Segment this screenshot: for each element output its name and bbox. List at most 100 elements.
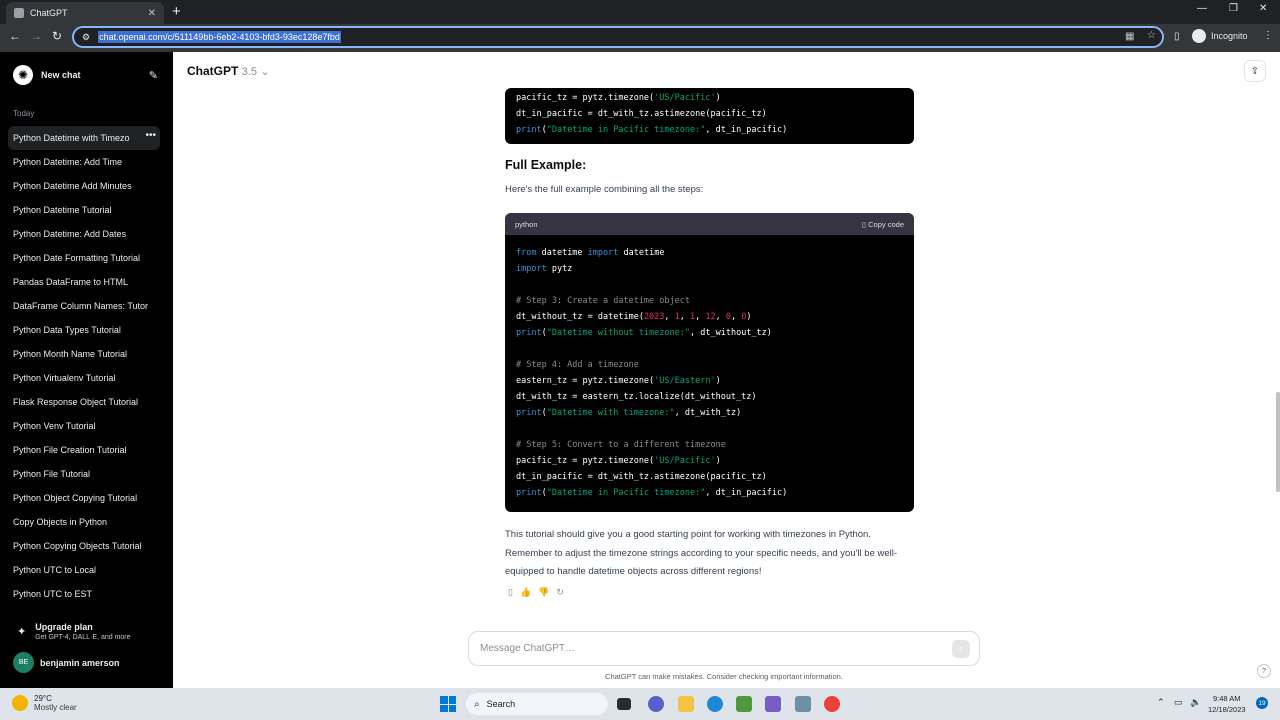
message-input[interactable]: Message ChatGPT… ↑ — [468, 631, 980, 666]
history-item[interactable]: Flask Response Object Tutorial — [8, 390, 160, 414]
qr-code-icon[interactable]: ▦ — [1125, 31, 1134, 42]
code-line: from datetime import datetime — [516, 248, 665, 258]
history-item[interactable]: Python Datetime: Add Time — [8, 150, 160, 174]
scrollbar[interactable] — [1276, 392, 1280, 492]
history-item[interactable]: Copy Objects in Python — [8, 510, 160, 534]
history-item[interactable]: Python Datetime with Timezo ••• — [8, 126, 160, 150]
task-view-icon[interactable] — [617, 698, 631, 710]
history-item[interactable]: Python Datetime Tutorial — [8, 198, 160, 222]
site-info-icon[interactable]: ⚙ — [82, 32, 90, 43]
weather-temp: 29°C — [34, 694, 52, 703]
history-item[interactable]: Python Month Name Tutorial — [8, 342, 160, 366]
start-icon[interactable] — [440, 696, 456, 712]
browser-tab-bar: ChatGPT ✕ + — ❐ ✕ — [0, 0, 1280, 24]
app-icon[interactable] — [736, 696, 752, 712]
chat-history-list: Python Datetime with Timezo ••• Python Da… — [8, 126, 160, 606]
side-panel-icon[interactable]: ▯ — [1174, 31, 1180, 42]
code-line: dt_in_pacific = dt_with_tz.astimezone(pa… — [516, 109, 767, 119]
address-bar[interactable]: ⚙ chat.openai.com/c/511149bb-6eb2-4103-b… — [72, 26, 1164, 48]
message-actions: ▯ 👍 👎 ↻ — [508, 587, 564, 598]
code-line: print("Datetime without timezone:", dt_w… — [516, 328, 772, 338]
history-item[interactable]: Python UTC to Local — [8, 558, 160, 582]
clipboard-icon: ▯ — [861, 219, 867, 229]
more-options-icon[interactable]: ••• — [141, 130, 156, 141]
regenerate-icon[interactable]: ↻ — [556, 587, 564, 598]
history-item[interactable]: Python Datetime: Add Dates — [8, 222, 160, 246]
code-line: print("Datetime in Pacific timezone:", d… — [516, 488, 788, 498]
weather-widget[interactable]: 29°C Mostly clear — [12, 694, 77, 712]
forward-icon[interactable]: → — [30, 29, 42, 43]
copy-code-button[interactable]: ▯ Copy code — [862, 220, 904, 229]
thumbs-down-icon[interactable]: 👎 — [538, 587, 549, 598]
history-item[interactable]: Python Virtualenv Tutorial — [8, 366, 160, 390]
browser-toolbar: ← → ↻ ⚙ chat.openai.com/c/511149bb-6eb2-… — [0, 24, 1280, 52]
code-line: dt_in_pacific = dt_with_tz.astimezone(pa… — [516, 472, 767, 482]
reload-icon[interactable]: ↻ — [52, 29, 62, 43]
volume-icon[interactable]: 🔈 — [1190, 697, 1201, 708]
copy-icon[interactable]: ▯ — [508, 587, 513, 598]
file-explorer-icon[interactable] — [678, 696, 694, 712]
history-item[interactable]: Python File Tutorial — [8, 462, 160, 486]
user-name: benjamin amerson — [40, 657, 120, 668]
chrome-icon[interactable] — [824, 696, 840, 712]
history-item[interactable]: Python Object Copying Tutorial — [8, 486, 160, 510]
chatgpt-favicon-icon — [14, 8, 24, 18]
avatar: BE — [13, 652, 34, 673]
model-version: 3.5 — [241, 66, 257, 78]
code-block: python ▯ Copy code from datetime import … — [505, 213, 914, 512]
browser-tab[interactable]: ChatGPT ✕ — [6, 2, 164, 24]
history-item[interactable]: Python UTC to EST — [8, 582, 160, 606]
upgrade-plan-button[interactable]: ✦ Upgrade plan Get GPT-4, DALL·E, and mo… — [17, 622, 131, 641]
upgrade-subtitle: Get GPT-4, DALL·E, and more — [35, 634, 131, 641]
chevron-down-icon: ⌄ — [260, 66, 270, 78]
bookmark-star-icon[interactable]: ☆ — [1147, 30, 1156, 41]
incognito-profile[interactable]: Incognito — [1192, 29, 1248, 43]
code-header: python ▯ Copy code — [505, 213, 914, 235]
back-icon[interactable]: ← — [9, 29, 21, 43]
new-tab-icon[interactable]: + — [172, 3, 181, 20]
history-item[interactable]: Pandas DataFrame to HTML — [8, 270, 160, 294]
restore-icon[interactable]: ❐ — [1229, 3, 1238, 14]
code-line: # Step 3: Create a datetime object — [516, 296, 690, 306]
share-button[interactable]: ⇪ — [1244, 60, 1266, 82]
incognito-icon — [1192, 29, 1206, 43]
history-item[interactable]: DataFrame Column Names: Tutor — [8, 294, 160, 318]
history-item[interactable]: Python Data Types Tutorial — [8, 318, 160, 342]
app-icon[interactable] — [765, 696, 781, 712]
history-item[interactable]: Python Copying Objects Tutorial — [8, 534, 160, 558]
windows-taskbar: 29°C Mostly clear ⌕ Search ⌃ ▭ 🔈 9:48 AM… — [0, 688, 1280, 720]
code-line: # Step 5: Convert to a different timezon… — [516, 440, 726, 450]
history-item[interactable]: Python Venv Tutorial — [8, 414, 160, 438]
teams-icon[interactable] — [648, 696, 664, 712]
history-item[interactable]: Python File Creation Tutorial — [8, 438, 160, 462]
help-icon[interactable]: ? — [1257, 664, 1271, 678]
code-line: dt_without_tz = datetime(2023, 1, 1, 12,… — [516, 312, 752, 322]
history-item[interactable]: Python Datetime Add Minutes — [8, 174, 160, 198]
notification-badge[interactable]: 19 — [1256, 697, 1268, 709]
clock-date: 12/18/2023 — [1208, 705, 1246, 714]
search-label: Search — [486, 699, 516, 709]
history-item[interactable]: Python Date Formatting Tutorial — [8, 246, 160, 270]
thumbs-up-icon[interactable]: 👍 — [520, 587, 531, 598]
minimize-icon[interactable]: — — [1197, 3, 1207, 14]
taskbar-search[interactable]: ⌕ Search — [466, 693, 608, 715]
send-button[interactable]: ↑ — [952, 639, 970, 658]
tab-title: ChatGPT — [30, 8, 68, 18]
close-window-icon[interactable]: ✕ — [1259, 3, 1267, 14]
new-chat-button[interactable]: ✺ New chat ✎ — [8, 62, 158, 88]
clock[interactable]: 9:48 AM 12/18/2023 — [1208, 693, 1246, 715]
user-menu[interactable]: BE benjamin amerson — [13, 652, 120, 673]
app-icon[interactable] — [795, 696, 811, 712]
browser-menu-icon[interactable]: ⋮ — [1263, 30, 1273, 41]
url-text: chat.openai.com/c/511149bb-6eb2-4103-bfd… — [98, 31, 341, 43]
close-tab-icon[interactable]: ✕ — [148, 8, 156, 19]
disclaimer-text: ChatGPT can make mistakes. Consider chec… — [605, 672, 843, 681]
code-line: pacific_tz = pytz.timezone('US/Pacific') — [516, 93, 721, 103]
edit-icon[interactable]: ✎ — [149, 69, 158, 82]
model-selector[interactable]: ChatGPT 3.5 ⌄ — [187, 64, 270, 78]
chevron-up-icon[interactable]: ⌃ — [1157, 697, 1165, 708]
sidebar: ✺ New chat ✎ Today Python Datetime with … — [0, 52, 173, 688]
network-icon[interactable]: ▭ — [1174, 697, 1183, 708]
edge-icon[interactable] — [707, 696, 723, 712]
